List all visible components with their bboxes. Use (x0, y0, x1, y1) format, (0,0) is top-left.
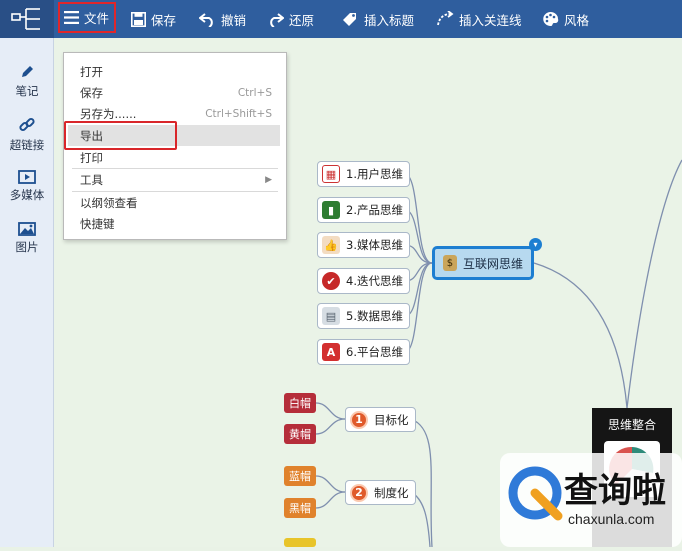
tag-black-hat[interactable]: 黑帽 (284, 498, 316, 518)
menu-item-shortcuts[interactable]: 快捷键 (64, 213, 286, 234)
collapse-toggle-icon[interactable]: ▾ (529, 238, 542, 251)
central-topic[interactable]: $ 互联网思维 (432, 246, 534, 280)
mindmap-node[interactable]: ✔ 4.迭代思维 (317, 268, 410, 294)
menu-item-print[interactable]: 打印 (64, 147, 286, 168)
tag-partial[interactable] (284, 538, 316, 547)
export-highlight-box (64, 121, 177, 150)
number-badge-icon: 2 (350, 483, 368, 502)
menu-item-label: 以纲领查看 (80, 195, 138, 210)
node-label: 1.用户思维 (346, 167, 403, 181)
money-bag-icon: $ (442, 255, 457, 271)
menu-item-label: 另存为...... (80, 106, 137, 121)
node-label: 制度化 (374, 485, 409, 500)
tag-blue-hat[interactable]: 蓝帽 (284, 466, 316, 486)
node-label: 4.迭代思维 (346, 274, 403, 288)
tag-white-hat[interactable]: 白帽 (284, 393, 316, 413)
menu-item-open[interactable]: 打开 (64, 61, 286, 82)
menu-item-label: 工具 (80, 172, 103, 187)
watermark-site: chaxunla.com (568, 511, 655, 527)
menu-item-label: 保存 (80, 85, 103, 100)
pdf-icon: A (322, 343, 340, 361)
node-label: 3.媒体思维 (346, 238, 403, 252)
menu-item-label: 快捷键 (80, 216, 115, 231)
node-label: 5.数据思维 (346, 309, 403, 323)
menu-item-label: 打开 (80, 64, 103, 79)
menu-item-outline-view[interactable]: 以纲领查看 (64, 192, 286, 213)
calendar-icon: ▦ (322, 165, 340, 183)
submenu-arrow-icon: ▶ (265, 174, 272, 185)
check-circle-icon: ✔ (322, 272, 340, 290)
menu-item-tools[interactable]: 工具 ▶ (64, 169, 286, 190)
mindmap-node[interactable]: A 6.平台思维 (317, 339, 410, 365)
mindmap-node[interactable]: 2 制度化 (345, 480, 416, 505)
node-label: 目标化 (374, 412, 409, 427)
book-icon: ▮ (322, 201, 340, 219)
mindmap-node[interactable]: ▦ 1.用户思维 (317, 161, 410, 187)
summary-title: 思维整合 (607, 418, 656, 432)
tag-yellow-hat[interactable]: 黄帽 (284, 424, 316, 444)
watermark-brand: 查询啦 (564, 471, 666, 511)
mindmap-node[interactable]: 1 目标化 (345, 407, 416, 432)
mindmap-node[interactable]: 👍 3.媒体思维 (317, 232, 410, 258)
central-topic-label: 互联网思维 (462, 256, 523, 271)
menu-item-label: 打印 (80, 150, 103, 165)
mindmap-node[interactable]: ▮ 2.产品思维 (317, 197, 410, 223)
number-badge-icon: 1 (350, 410, 368, 429)
printer-icon: ▤ (322, 307, 340, 325)
menu-item-shortcut: Ctrl+Shift+S (205, 107, 272, 120)
menu-item-shortcut: Ctrl+S (237, 86, 272, 99)
node-label: 2.产品思维 (346, 203, 403, 217)
mindmap-node[interactable]: ▤ 5.数据思维 (317, 303, 410, 329)
node-label: 6.平台思维 (346, 345, 403, 359)
watermark: 查询啦 chaxunla.com (500, 453, 682, 547)
menu-item-save[interactable]: 保存 Ctrl+S (64, 82, 286, 103)
thumbs-up-icon: 👍 (322, 236, 340, 254)
